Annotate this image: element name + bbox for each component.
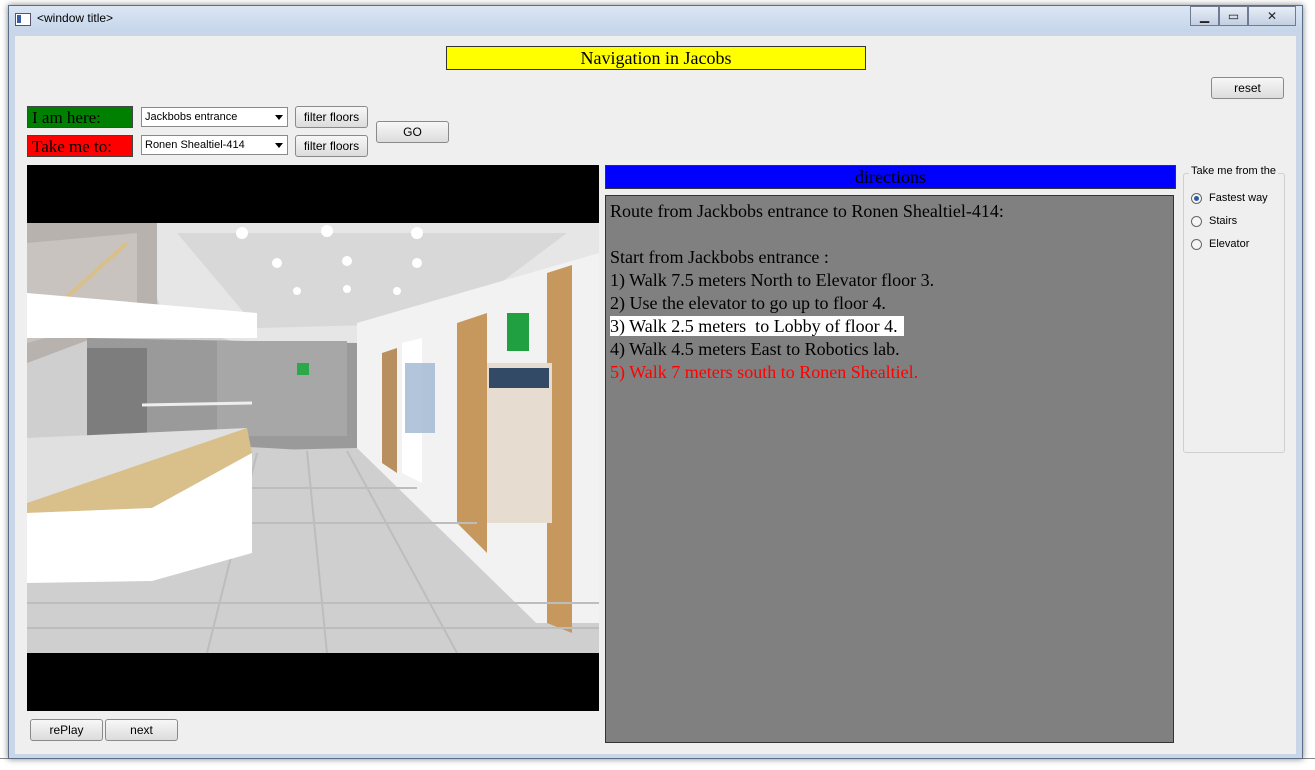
origin-filter-floors-button[interactable]: filter floors (295, 106, 368, 128)
window-title: <window title> (37, 11, 114, 25)
origin-select[interactable]: Jackbobs entrance (141, 107, 288, 127)
title-bar[interactable]: <window title> ▁ ▭ ✕ (9, 6, 1302, 32)
origin-label: I am here: (27, 106, 133, 128)
minimize-button[interactable]: ▁ (1190, 6, 1219, 26)
destination-select[interactable]: Ronen Shealtiel-414 (141, 135, 288, 155)
radio-unchecked-icon[interactable] (1191, 215, 1202, 227)
chevron-down-icon (275, 143, 283, 148)
directions-panel[interactable]: Route from Jackbobs entrance to Ronen Sh… (605, 195, 1174, 743)
directions-line: Route from Jackbobs entrance to Ronen Sh… (610, 201, 1004, 221)
destination-label: Take me to: (27, 135, 133, 157)
directions-line (610, 223, 1169, 246)
app-icon (15, 13, 31, 26)
page-title: Navigation in Jacobs (446, 46, 866, 70)
background-window-bottom (0, 758, 1315, 770)
directions-step-current-text: 3) Walk 2.5 meters to Lobby of floor 4. (610, 316, 904, 336)
directions-step: 4) Walk 4.5 meters East to Robotics lab. (610, 339, 900, 359)
go-button[interactable]: GO (376, 121, 449, 143)
route-option-label: Elevator (1209, 238, 1250, 250)
destination-filter-floors-button[interactable]: filter floors (295, 135, 368, 157)
close-button[interactable]: ✕ (1248, 6, 1296, 26)
chevron-down-icon (275, 115, 283, 120)
route-option-elevator[interactable]: Elevator (1191, 236, 1249, 252)
route-options-title: Take me from the (1189, 165, 1278, 177)
route-option-stairs[interactable]: Stairs (1191, 213, 1237, 229)
directions-step: 2) Use the elevator to go up to floor 4. (610, 293, 886, 313)
directions-step: 1) Walk 7.5 meters North to Elevator flo… (610, 270, 935, 290)
route-option-label: Stairs (1209, 215, 1238, 227)
origin-select-value: Jackbobs entrance (145, 111, 238, 123)
reset-button[interactable]: reset (1211, 77, 1284, 99)
radio-checked-icon[interactable] (1191, 192, 1202, 204)
scene-view[interactable] (27, 165, 599, 711)
directions-step-current: 3) Walk 2.5 meters to Lobby of floor 4. (610, 315, 1169, 338)
radio-unchecked-icon[interactable] (1191, 238, 1202, 250)
directions-step-final: 5) Walk 7 meters south to Ronen Shealtie… (610, 362, 919, 382)
window-client-area: Navigation in Jacobs reset I am here: Ja… (15, 36, 1296, 754)
destination-select-value: Ronen Shealtiel-414 (145, 139, 245, 151)
route-option-label: Fastest way (1209, 192, 1268, 204)
route-option-fastest[interactable]: Fastest way (1191, 190, 1268, 206)
window-controls: ▁ ▭ ✕ (1190, 6, 1296, 26)
app-window: <window title> ▁ ▭ ✕ Navigation in Jacob… (8, 5, 1303, 759)
next-button[interactable]: next (105, 719, 178, 741)
directions-line: Start from Jackbobs entrance : (610, 247, 829, 267)
directions-header: directions (605, 165, 1176, 189)
replay-button[interactable]: rePlay (30, 719, 103, 741)
maximize-button[interactable]: ▭ (1219, 6, 1248, 26)
corridor-render (27, 223, 599, 653)
